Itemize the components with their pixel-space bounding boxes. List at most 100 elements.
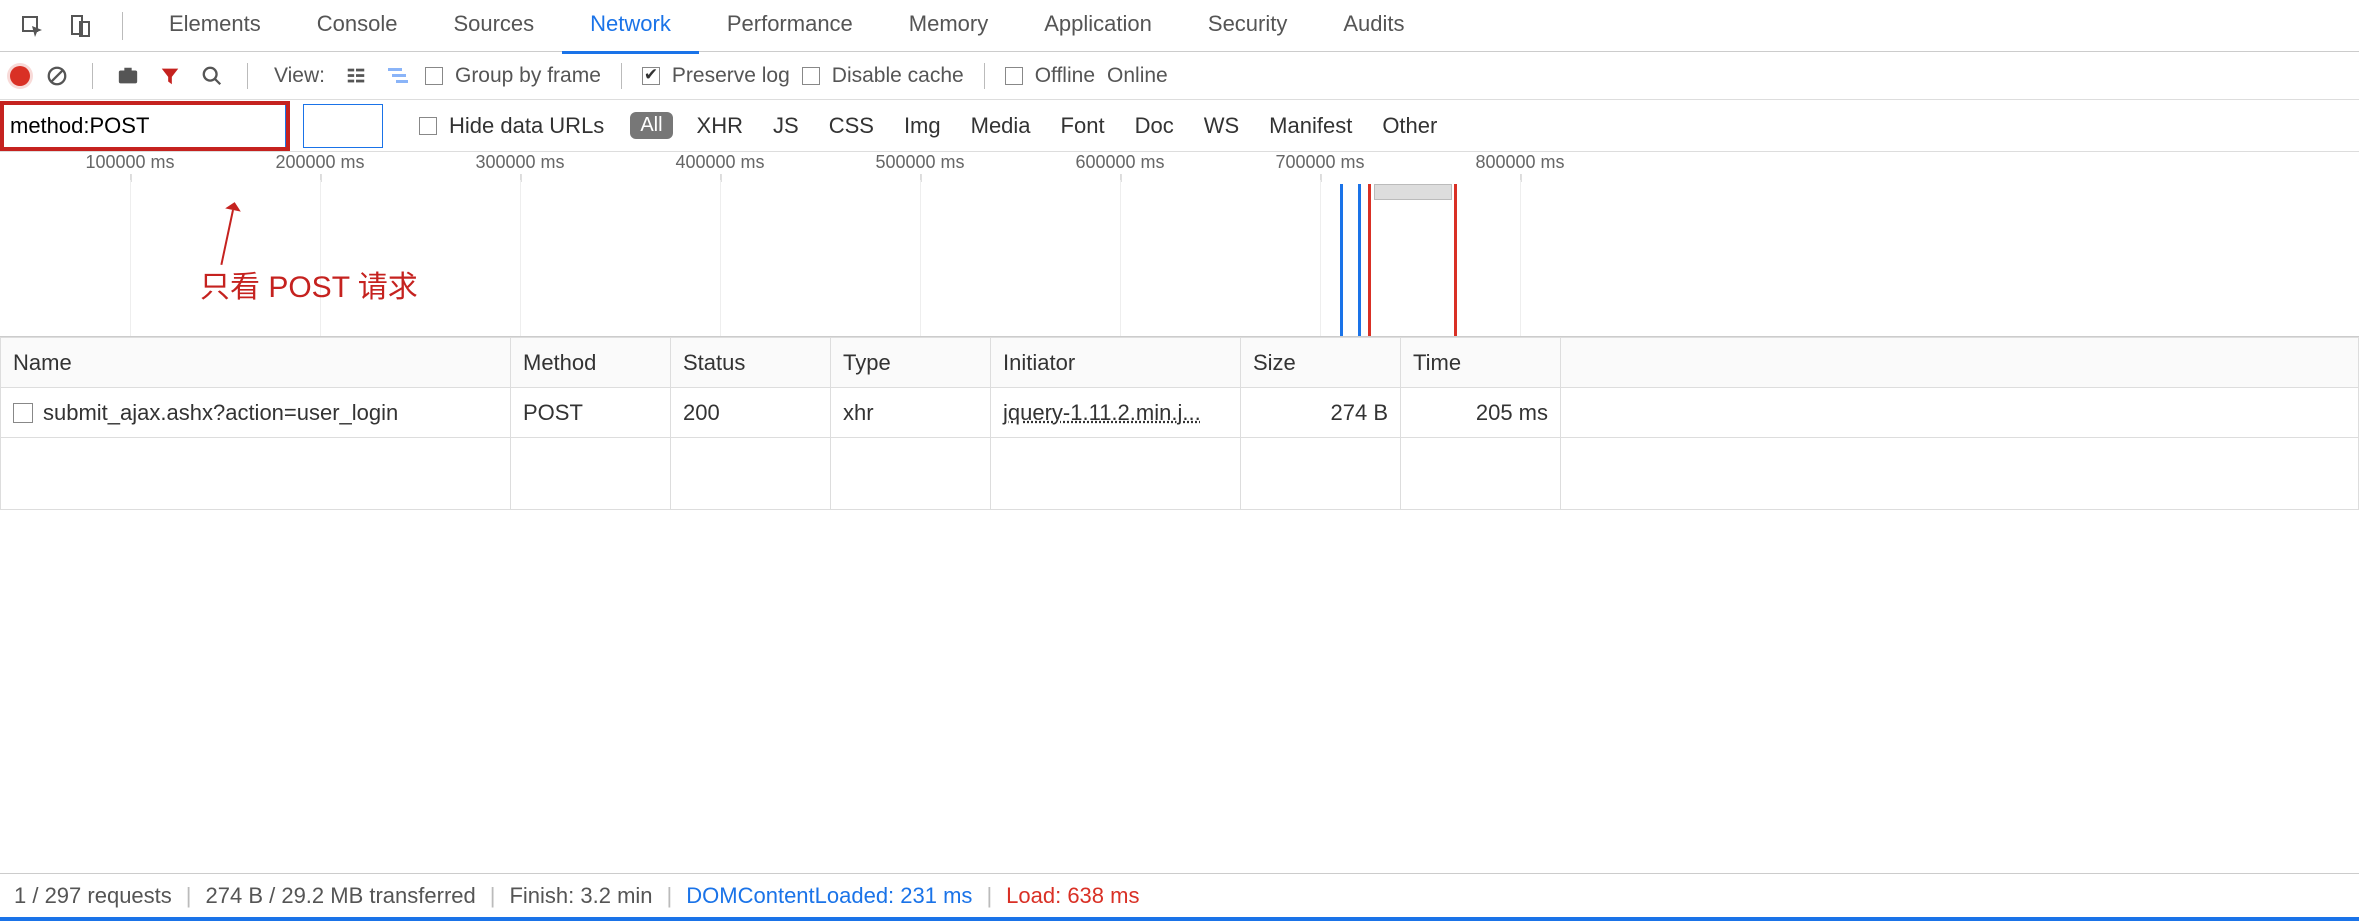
table-header-row: NameMethodStatusTypeInitiatorSizeTime <box>1 338 2359 388</box>
timeline-tick: 600000 ms <box>1075 152 1164 173</box>
filter-input-highlight <box>0 101 290 151</box>
timeline-tick: 200000 ms <box>275 152 364 173</box>
filter-type-js[interactable]: JS <box>767 113 805 139</box>
filter-type-xhr[interactable]: XHR <box>691 113 749 139</box>
view-label: View: <box>274 64 325 88</box>
timeline-tick: 100000 ms <box>85 152 174 173</box>
cell-method: POST <box>511 388 671 438</box>
divider <box>92 63 93 89</box>
column-header-waterfall[interactable] <box>1561 338 2359 388</box>
timeline-tick: 400000 ms <box>675 152 764 173</box>
tab-console[interactable]: Console <box>289 0 426 54</box>
column-header-type[interactable]: Type <box>831 338 991 388</box>
timeline-gridline <box>520 180 521 337</box>
search-icon[interactable] <box>197 61 227 91</box>
timeline-gridline <box>920 180 921 337</box>
cell-waterfall <box>1561 388 2359 438</box>
clear-icon[interactable] <box>42 61 72 91</box>
table-row-empty <box>1 438 2359 510</box>
tabs-container: ElementsConsoleSourcesNetworkPerformance… <box>141 0 1433 54</box>
hide-data-urls-checkbox[interactable]: Hide data URLs <box>419 113 604 139</box>
timeline-tick: 700000 ms <box>1275 152 1364 173</box>
column-header-initiator[interactable]: Initiator <box>991 338 1241 388</box>
tab-audits[interactable]: Audits <box>1315 0 1432 54</box>
tab-memory[interactable]: Memory <box>881 0 1016 54</box>
timeline-gridline <box>320 180 321 337</box>
filter-type-other[interactable]: Other <box>1376 113 1443 139</box>
devtools-tabs-bar: ElementsConsoleSourcesNetworkPerformance… <box>0 0 2359 52</box>
timeline-marker-red <box>1454 184 1457 337</box>
tab-performance[interactable]: Performance <box>699 0 881 54</box>
status-domcontentloaded: DOMContentLoaded: 231 ms <box>686 883 972 909</box>
filter-type-manifest[interactable]: Manifest <box>1263 113 1358 139</box>
filter-types: All XHR JS CSS Img Media Font Doc WS Manifest Othe… <box>630 112 1443 139</box>
status-load: Load: 638 ms <box>1006 883 1139 909</box>
status-transferred: 274 B / 29.2 MB transferred <box>206 883 476 909</box>
offline-checkbox[interactable]: Offline <box>1005 64 1095 88</box>
tab-application[interactable]: Application <box>1016 0 1180 54</box>
filter-type-all[interactable]: All <box>630 112 672 139</box>
filter-type-ws[interactable]: WS <box>1198 113 1245 139</box>
status-finish: Finish: 3.2 min <box>509 883 652 909</box>
column-header-time[interactable]: Time <box>1401 338 1561 388</box>
tab-sources[interactable]: Sources <box>425 0 562 54</box>
timeline-gridline <box>1520 180 1521 337</box>
status-bar: 1 / 297 requests | 274 B / 29.2 MB trans… <box>0 873 2359 921</box>
status-requests: 1 / 297 requests <box>14 883 172 909</box>
table-row[interactable]: submit_ajax.ashx?action=user_loginPOST20… <box>1 388 2359 438</box>
filter-type-css[interactable]: CSS <box>823 113 880 139</box>
filter-type-media[interactable]: Media <box>965 113 1037 139</box>
initiator-link[interactable]: jquery-1.11.2.min.j... <box>1003 400 1201 425</box>
divider: | <box>986 883 992 909</box>
timeline-tick: 300000 ms <box>475 152 564 173</box>
cell-time: 205 ms <box>1401 388 1561 438</box>
filter-type-font[interactable]: Font <box>1055 113 1111 139</box>
capture-screenshots-icon[interactable] <box>113 61 143 91</box>
cell-type: xhr <box>831 388 991 438</box>
inspect-element-icon[interactable] <box>14 8 50 44</box>
divider: | <box>186 883 192 909</box>
disable-cache-checkbox[interactable]: Disable cache <box>802 64 964 88</box>
filter-input-extension[interactable] <box>303 104 383 148</box>
column-header-size[interactable]: Size <box>1241 338 1401 388</box>
filter-type-doc[interactable]: Doc <box>1129 113 1180 139</box>
column-header-name[interactable]: Name <box>1 338 511 388</box>
timeline-marker-blue <box>1358 184 1361 337</box>
filter-type-img[interactable]: Img <box>898 113 947 139</box>
record-button[interactable] <box>10 66 30 86</box>
preserve-log-label: Preserve log <box>672 64 790 88</box>
divider <box>621 63 622 89</box>
tab-network[interactable]: Network <box>562 0 699 54</box>
requests-table: NameMethodStatusTypeInitiatorSizeTime su… <box>0 337 2359 510</box>
waterfall-overview-icon[interactable] <box>383 61 413 91</box>
online-dropdown[interactable]: Online <box>1107 64 1168 88</box>
tab-security[interactable]: Security <box>1180 0 1315 54</box>
device-toolbar-icon[interactable] <box>62 8 98 44</box>
group-by-frame-label: Group by frame <box>455 64 601 88</box>
column-header-method[interactable]: Method <box>511 338 671 388</box>
timeline-tick: 500000 ms <box>875 152 964 173</box>
tab-elements[interactable]: Elements <box>141 0 289 54</box>
group-by-frame-checkbox[interactable]: Group by frame <box>425 64 601 88</box>
timeline-gridline <box>1320 180 1321 337</box>
cell-size: 274 B <box>1241 388 1401 438</box>
divider <box>122 12 123 40</box>
timeline-marker-red <box>1368 184 1371 337</box>
hide-data-urls-label: Hide data URLs <box>449 113 604 139</box>
timeline-gridline <box>1120 180 1121 337</box>
large-rows-icon[interactable] <box>341 61 371 91</box>
preserve-log-checkbox[interactable]: Preserve log <box>642 64 790 88</box>
filter-input[interactable] <box>4 105 286 147</box>
divider <box>247 63 248 89</box>
divider: | <box>667 883 673 909</box>
timeline-tick: 800000 ms <box>1475 152 1564 173</box>
timeline-overview[interactable]: 100000 ms 200000 ms 300000 ms 400000 ms 5000… <box>0 152 2359 337</box>
offline-label: Offline <box>1035 64 1095 88</box>
column-header-status[interactable]: Status <box>671 338 831 388</box>
network-toolbar: View: Group by frame Preserve log Disabl… <box>0 52 2359 100</box>
divider <box>984 63 985 89</box>
timeline-request-bar <box>1374 184 1452 200</box>
filter-icon[interactable] <box>155 61 185 91</box>
timeline-marker-blue <box>1340 184 1343 337</box>
cell-status: 200 <box>671 388 831 438</box>
